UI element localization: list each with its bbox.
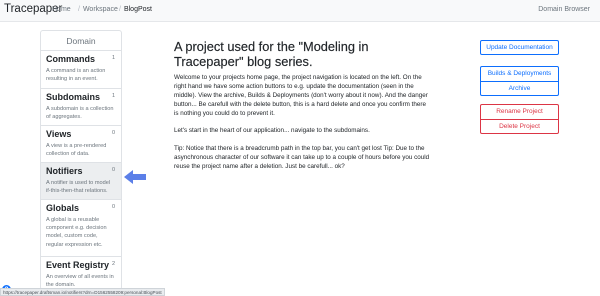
- sidebar-item-desc: A command is an action resulting in an e…: [46, 68, 106, 83]
- breadcrumb-separator: /: [78, 6, 80, 13]
- sidebar-item-desc: A subdomain is a collection of aggregate…: [46, 106, 114, 121]
- rename-project-button[interactable]: Rename Project: [481, 105, 558, 119]
- top-navbar: Tracepaper Home / Workspace / BlogPost Dom…: [0, 0, 600, 22]
- sidebar-item-title: Notifiers: [46, 166, 83, 176]
- breadcrumb-workspace-label: Workspace: [82, 6, 118, 13]
- project-overview: A project used for the "Modeling in Trac…: [174, 39, 432, 171]
- build-archive-button-group: Builds & Deployments Archive: [480, 66, 559, 96]
- archive-button[interactable]: Archive: [481, 81, 558, 95]
- sidebar-item-desc: A notifier is used to model if-this-then…: [46, 180, 111, 195]
- sidebar-item-count: 0: [111, 204, 115, 210]
- sidebar-item-desc: An overview of all events in the domain.: [46, 274, 114, 289]
- breadcrumb-workspace[interactable]: / Workspace: [78, 6, 118, 13]
- sidebar-item-count: 0: [111, 167, 115, 173]
- domain-sidebar: Domain Commands 1 A command is an action…: [40, 30, 122, 290]
- tip-paragraph: Tip: Notice that there is a breadcrumb p…: [174, 144, 430, 170]
- sidebar-item-notifiers[interactable]: Notifiers 0 A notifier is used to model …: [41, 163, 121, 200]
- breadcrumb-separator: /: [119, 6, 121, 13]
- builds-deployments-button[interactable]: Builds & Deployments: [481, 67, 558, 81]
- sidebar-item-count: 2: [111, 261, 115, 267]
- danger-button-group: Rename Project Delete Project: [480, 104, 559, 134]
- sidebar-item-count: 1: [111, 55, 115, 61]
- sidebar-header: Domain: [41, 31, 121, 51]
- sidebar-item-commands[interactable]: Commands 1 A command is an action result…: [41, 51, 121, 89]
- sidebar-item-title: Commands: [46, 54, 96, 64]
- sidebar-item-title: Subdomains: [46, 92, 101, 102]
- sidebar-item-subdomains[interactable]: Subdomains 1 A subdomain is a collection…: [41, 89, 121, 126]
- sidebar-item-desc: A view is a pre-rendered collection of d…: [46, 143, 107, 158]
- sidebar-item-event-registry[interactable]: Event Registry 2 An overview of all even…: [41, 257, 121, 289]
- sidebar-item-desc: A global is a reusable component e.g. de…: [46, 217, 107, 248]
- sidebar-item-title: Event Registry: [46, 260, 110, 270]
- intro-paragraph: Welcome to your projects home page, the …: [174, 74, 428, 118]
- delete-project-button[interactable]: Delete Project: [481, 119, 558, 133]
- browser-status-url: https://tracepaper.draftsman.io/notifier…: [0, 288, 165, 296]
- navigate-paragraph: Let's start in the heart of our applicat…: [174, 127, 370, 135]
- sidebar-item-title: Globals: [46, 203, 80, 213]
- sidebar-item-globals[interactable]: Globals 0 A global is a reusable compone…: [41, 200, 121, 257]
- breadcrumb-home[interactable]: Home: [52, 6, 71, 13]
- sidebar-item-count: 1: [111, 93, 115, 99]
- breadcrumb-blogpost: / BlogPost: [119, 6, 152, 13]
- domain-browser-link[interactable]: Domain Browser: [538, 6, 590, 13]
- page-title: A project used for the "Modeling in Trac…: [174, 39, 369, 69]
- sidebar-item-count: 0: [111, 130, 115, 136]
- breadcrumb-blogpost-label: BlogPost: [123, 6, 152, 13]
- pointer-arrow-icon: [124, 170, 146, 184]
- sidebar-item-title: Views: [46, 129, 72, 139]
- update-documentation-button[interactable]: Update Documentation: [480, 40, 559, 55]
- sidebar-item-views[interactable]: Views 0 A view is a pre-rendered collect…: [41, 126, 121, 163]
